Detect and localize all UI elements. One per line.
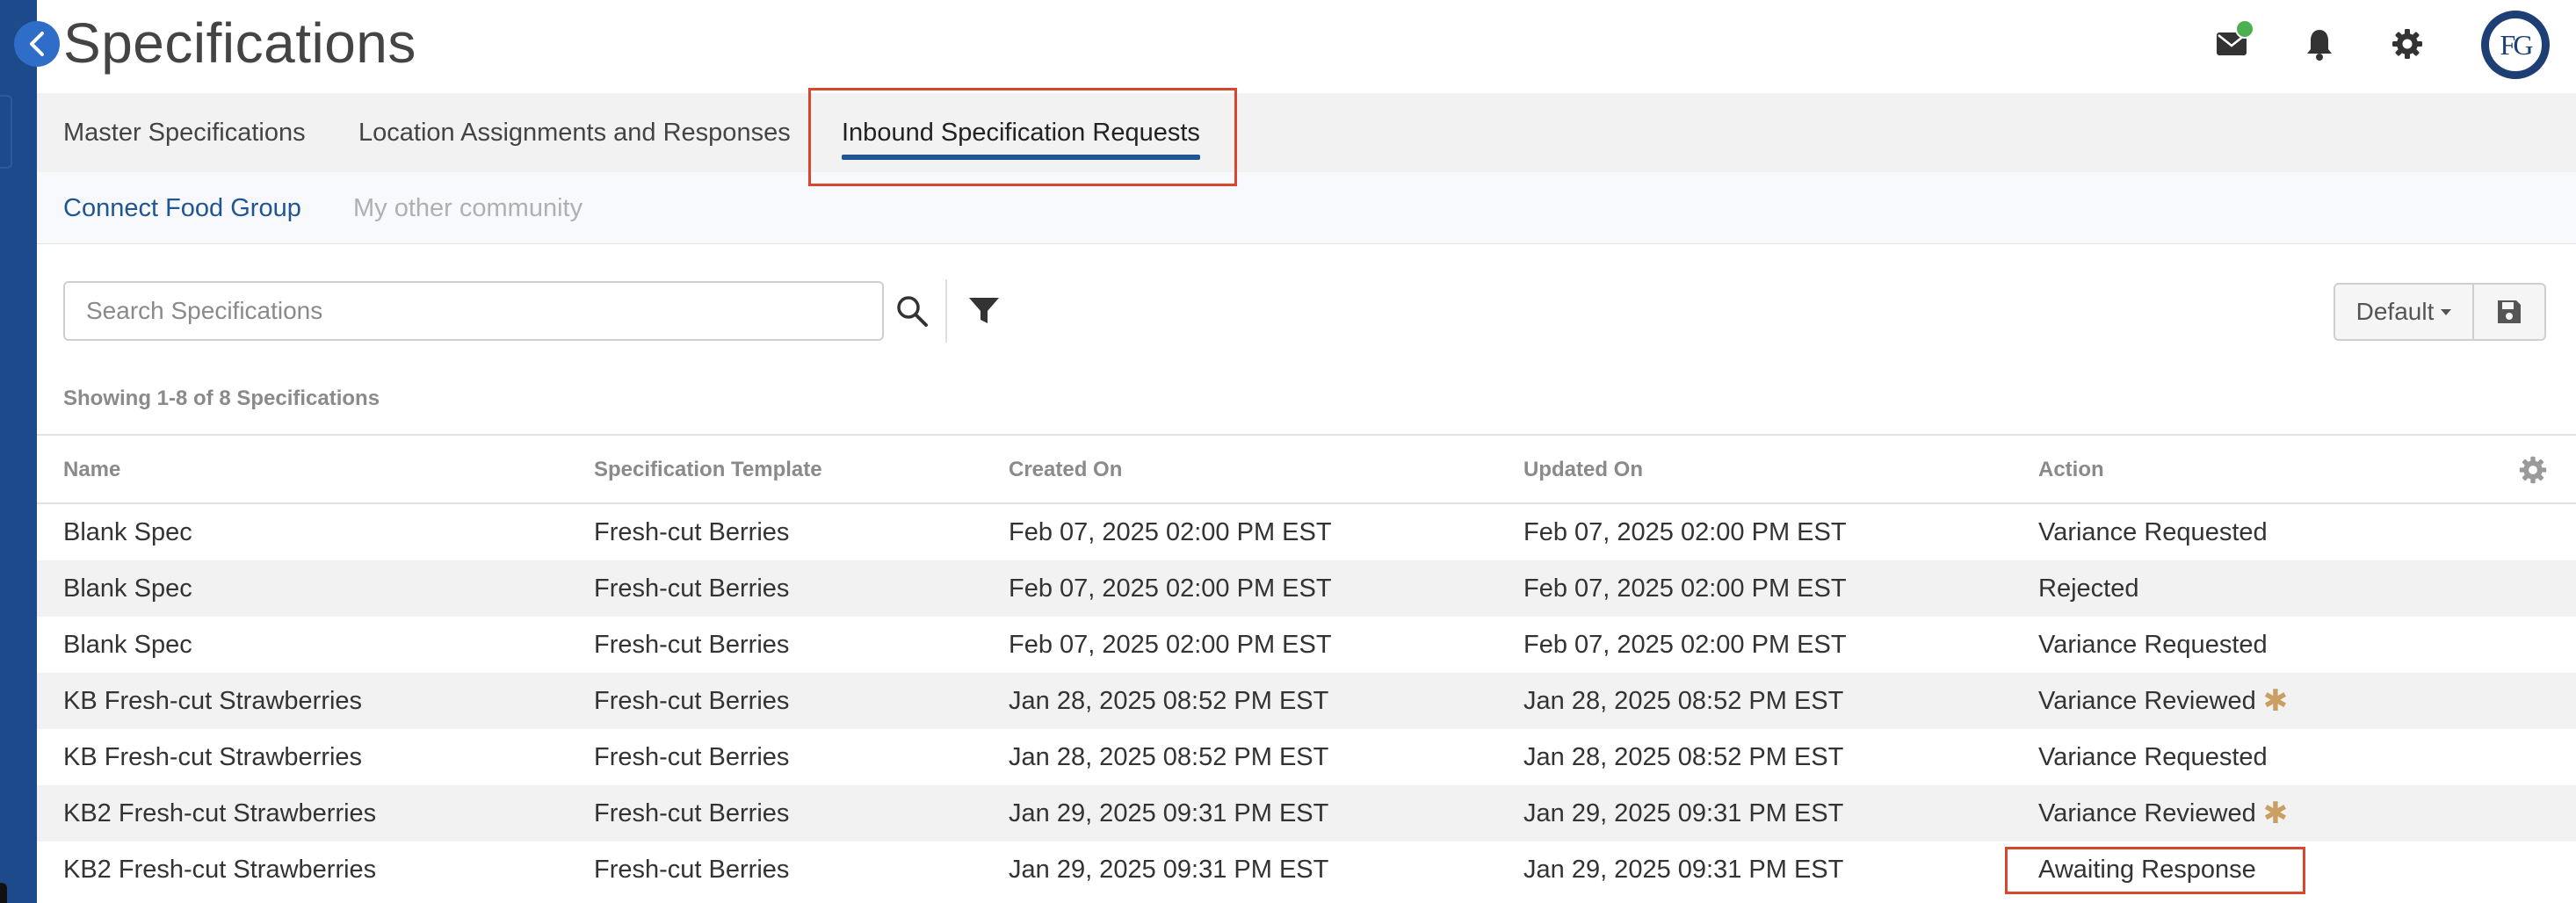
- action-status: Variance Requested: [2038, 742, 2268, 771]
- avatar[interactable]: FG: [2481, 11, 2550, 79]
- community-tabs: Connect Food Group My other community: [37, 172, 2576, 244]
- notification-dot: [2235, 19, 2254, 39]
- table-row[interactable]: Blank Spec Fresh-cut Berries Feb 07, 202…: [37, 617, 2576, 673]
- tab-inbound-specification-requests[interactable]: Inbound Specification Requests: [842, 93, 1200, 172]
- asterisk-icon: ✱: [2262, 797, 2289, 830]
- cell-updated-on: Feb 07, 2025 02:00 PM EST: [1523, 574, 1847, 603]
- gear-icon: [2392, 29, 2422, 59]
- cell-created-on: Feb 07, 2025 02:00 PM EST: [1009, 517, 1332, 546]
- page-title: Specifications: [63, 11, 416, 75]
- filter-icon: [969, 298, 999, 323]
- cell-template: Fresh-cut Berries: [594, 742, 790, 771]
- table-header: Name Specification Template Created On U…: [37, 434, 2576, 504]
- cell-template: Fresh-cut Berries: [594, 574, 790, 603]
- active-tab-underline: [842, 155, 1200, 160]
- view-select[interactable]: Default: [2334, 283, 2474, 341]
- cell-template: Fresh-cut Berries: [594, 798, 790, 827]
- cell-created-on: Jan 28, 2025 08:52 PM EST: [1009, 742, 1329, 771]
- cell-action: Variance Requested: [2038, 729, 2275, 785]
- left-sidebar: [0, 0, 37, 903]
- cell-created-on: Jan 29, 2025 09:31 PM EST: [1009, 798, 1329, 827]
- cell-updated-on: Jan 28, 2025 08:52 PM EST: [1523, 742, 1844, 771]
- cell-action: Awaiting Response: [2038, 842, 2263, 898]
- results-count: Showing 1-8 of 8 Specifications: [63, 386, 380, 410]
- bell-icon: [2307, 30, 2332, 61]
- cell-updated-on: Feb 07, 2025 02:00 PM EST: [1523, 517, 1847, 546]
- table-row[interactable]: Blank Spec Fresh-cut Berries Feb 07, 202…: [37, 560, 2576, 617]
- cell-created-on: Feb 07, 2025 02:00 PM EST: [1009, 630, 1332, 659]
- main-tabs: Master Specifications Location Assignmen…: [37, 93, 2576, 172]
- cell-name: Blank Spec: [63, 574, 192, 603]
- sidebar-bottom-edge: [0, 883, 7, 903]
- messages-button[interactable]: [2212, 19, 2254, 63]
- action-status: Variance Requested: [2038, 630, 2268, 659]
- action-status: Variance Reviewed: [2038, 798, 2256, 827]
- cell-template: Fresh-cut Berries: [594, 517, 790, 546]
- action-status: Variance Requested: [2038, 517, 2268, 546]
- floppy-disk-icon: [2498, 300, 2521, 323]
- subtab-my-other-community[interactable]: My other community: [353, 172, 582, 244]
- asterisk-icon: ✱: [2262, 684, 2289, 718]
- save-view-button[interactable]: [2472, 283, 2546, 341]
- table-row[interactable]: KB Fresh-cut Strawberries Fresh-cut Berr…: [37, 673, 2576, 729]
- cell-action: Variance Reviewed ✱: [2038, 785, 2288, 842]
- tab-label: Location Assignments and Responses: [358, 118, 791, 147]
- tab-label: Master Specifications: [63, 118, 306, 147]
- avatar-initials: FG: [2486, 16, 2544, 74]
- cell-name: KB2 Fresh-cut Strawberries: [63, 798, 377, 827]
- search-input[interactable]: [63, 281, 884, 341]
- cell-action: Rejected: [2038, 560, 2145, 617]
- cell-updated-on: Jan 28, 2025 08:52 PM EST: [1523, 686, 1844, 715]
- chevron-left-icon: [30, 32, 44, 56]
- filter-button[interactable]: [961, 288, 1007, 334]
- cell-updated-on: Jan 29, 2025 09:31 PM EST: [1523, 855, 1844, 884]
- toolbar-divider: [945, 279, 947, 343]
- subtab-connect-food-group[interactable]: Connect Food Group: [63, 172, 301, 244]
- column-header-updated-on[interactable]: Updated On: [1523, 436, 1643, 504]
- column-header-name[interactable]: Name: [63, 436, 120, 504]
- column-header-template[interactable]: Specification Template: [594, 436, 822, 504]
- cell-created-on: Jan 28, 2025 08:52 PM EST: [1009, 686, 1329, 715]
- cell-name: Blank Spec: [63, 517, 192, 546]
- cell-action: Variance Reviewed ✱: [2038, 673, 2288, 729]
- cell-template: Fresh-cut Berries: [594, 686, 790, 715]
- cell-created-on: Jan 29, 2025 09:31 PM EST: [1009, 855, 1329, 884]
- back-button[interactable]: [14, 21, 60, 67]
- cell-action: Variance Requested: [2038, 617, 2275, 673]
- search-button[interactable]: [889, 288, 935, 334]
- cell-name: KB2 Fresh-cut Strawberries: [63, 855, 377, 884]
- action-status: Awaiting Response: [2038, 855, 2256, 884]
- cell-template: Fresh-cut Berries: [594, 630, 790, 659]
- table-row[interactable]: KB2 Fresh-cut Strawberries Fresh-cut Ber…: [37, 842, 2576, 898]
- tab-location-assignments[interactable]: Location Assignments and Responses: [358, 93, 791, 172]
- table-row[interactable]: KB Fresh-cut Strawberries Fresh-cut Berr…: [37, 729, 2576, 785]
- notifications-button[interactable]: [2300, 25, 2339, 63]
- cell-name: Blank Spec: [63, 630, 192, 659]
- view-select-label: Default: [2355, 298, 2435, 325]
- sidebar-notch: [0, 95, 12, 169]
- table-row[interactable]: KB2 Fresh-cut Strawberries Fresh-cut Ber…: [37, 785, 2576, 842]
- gear-icon: [2519, 456, 2547, 484]
- action-status: Rejected: [2038, 574, 2139, 603]
- specifications-table: Name Specification Template Created On U…: [37, 434, 2576, 898]
- caret-down-icon: [2441, 308, 2452, 315]
- table-row[interactable]: Blank Spec Fresh-cut Berries Feb 07, 202…: [37, 504, 2576, 560]
- cell-action: Variance Requested: [2038, 504, 2275, 560]
- cell-name: KB Fresh-cut Strawberries: [63, 742, 363, 771]
- cell-name: KB Fresh-cut Strawberries: [63, 686, 363, 715]
- cell-template: Fresh-cut Berries: [594, 855, 790, 884]
- column-header-action[interactable]: Action: [2038, 436, 2104, 504]
- column-header-created-on[interactable]: Created On: [1009, 436, 1122, 504]
- cell-updated-on: Jan 29, 2025 09:31 PM EST: [1523, 798, 1844, 827]
- tab-label: Inbound Specification Requests: [842, 118, 1200, 147]
- main-content: Specifications FG Master Specifications …: [37, 0, 2576, 903]
- tab-master-specifications[interactable]: Master Specifications: [63, 93, 306, 172]
- cell-updated-on: Feb 07, 2025 02:00 PM EST: [1523, 630, 1847, 659]
- column-settings-button[interactable]: [2513, 450, 2553, 490]
- search-icon: [897, 296, 928, 327]
- action-status: Variance Reviewed: [2038, 686, 2256, 715]
- cell-created-on: Feb 07, 2025 02:00 PM EST: [1009, 574, 1332, 603]
- settings-button[interactable]: [2388, 25, 2427, 63]
